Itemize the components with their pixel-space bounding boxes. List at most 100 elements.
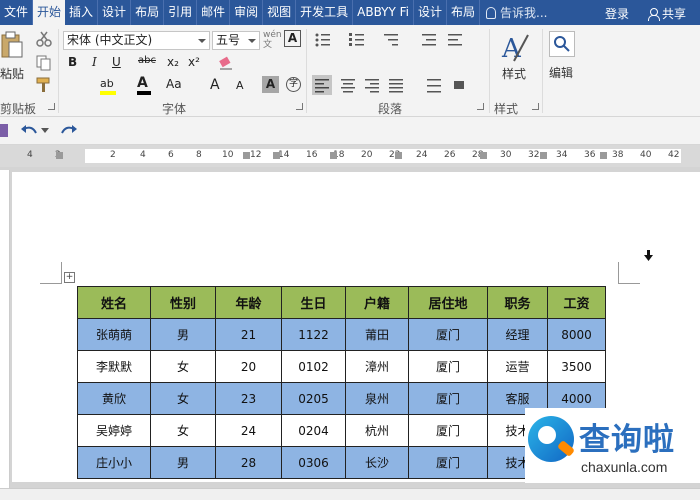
enclose-char-icon[interactable]: 字	[286, 77, 301, 92]
table-cell[interactable]: 3500	[547, 350, 606, 383]
table-cell[interactable]: 厦门	[408, 318, 488, 351]
table-header-cell[interactable]: 工资	[547, 286, 606, 319]
table-cell[interactable]: 吴婷婷	[77, 414, 151, 447]
tab-mailings[interactable]: 邮件	[197, 0, 231, 25]
strikethrough-button[interactable]: abc	[138, 55, 156, 66]
table-cell[interactable]: 0204	[281, 414, 346, 447]
tab-file[interactable]: 文件	[0, 0, 34, 25]
table-cell[interactable]: 厦门	[408, 382, 488, 415]
alignment-icons-row[interactable]	[312, 75, 492, 97]
font-color-icon[interactable]: A	[137, 75, 151, 95]
tab-abbyy[interactable]: ABBYY Fi	[353, 0, 415, 25]
table-cell[interactable]: 8000	[547, 318, 606, 351]
table-cell[interactable]: 23	[215, 382, 282, 415]
cut-icon[interactable]	[36, 31, 52, 47]
table-header-cell[interactable]: 生日	[281, 286, 346, 319]
table-cell[interactable]: 杭州	[345, 414, 409, 447]
editing-button[interactable]: 编辑	[549, 64, 573, 81]
subscript-button[interactable]: x₂	[167, 55, 179, 69]
table-cell[interactable]: 28	[215, 446, 282, 479]
shrink-font-button[interactable]: A	[236, 79, 244, 92]
table-cell[interactable]: 张萌萌	[77, 318, 151, 351]
paste-icon[interactable]	[0, 31, 24, 59]
undo-icon[interactable]	[20, 123, 40, 139]
ruler-marker[interactable]	[273, 152, 280, 159]
tab-references[interactable]: 引用	[164, 0, 198, 25]
table-cell[interactable]: 李默默	[77, 350, 151, 383]
table-cell[interactable]: 21	[215, 318, 282, 351]
table-cell[interactable]: 女	[150, 414, 216, 447]
table-cell[interactable]: 黄欣	[77, 382, 151, 415]
table-cell[interactable]: 女	[150, 350, 216, 383]
table-header-cell[interactable]: 性别	[150, 286, 216, 319]
table-cell[interactable]: 厦门	[408, 414, 488, 447]
table-cell[interactable]: 经理	[487, 318, 548, 351]
table-header-cell[interactable]: 职务	[487, 286, 548, 319]
editing-box[interactable]	[549, 31, 575, 57]
styles-icon[interactable]: A	[500, 31, 530, 63]
table-cell[interactable]: 24	[215, 414, 282, 447]
tab-table-design[interactable]: 设计	[414, 0, 448, 25]
clipboard-launcher-icon[interactable]	[48, 103, 55, 110]
table-cell[interactable]: 莆田	[345, 318, 409, 351]
tab-insert[interactable]: 插入	[65, 0, 99, 25]
ruler-marker[interactable]	[330, 152, 337, 159]
tell-me-box[interactable]: 告诉我...	[486, 4, 548, 21]
vertical-ruler[interactable]	[0, 170, 10, 488]
char-shading-icon[interactable]: A	[262, 76, 279, 93]
ruler-marker[interactable]	[243, 152, 250, 159]
italic-button[interactable]: I	[92, 55, 97, 69]
highlight-color-icon[interactable]: ab	[100, 77, 116, 95]
table-cell[interactable]: 运营	[487, 350, 548, 383]
table-cell[interactable]: 男	[150, 318, 216, 351]
font-size-combo[interactable]: 五号	[212, 31, 260, 50]
font-name-combo[interactable]: 宋体 (中文正文)	[63, 31, 210, 50]
phonetic-guide-icon[interactable]: wén 文	[263, 30, 282, 50]
grow-font-button[interactable]: A	[210, 77, 220, 93]
table-cell[interactable]: 0102	[281, 350, 346, 383]
change-case-button[interactable]: Aa	[166, 77, 182, 91]
bold-button[interactable]: B	[68, 55, 77, 69]
table-move-handle-icon[interactable]: +	[64, 272, 75, 283]
table-cell[interactable]: 1122	[281, 318, 346, 351]
table-cell[interactable]: 漳州	[345, 350, 409, 383]
list-icons-row[interactable]	[314, 31, 494, 49]
table-header-cell[interactable]: 户籍	[345, 286, 409, 319]
char-border-icon[interactable]: A	[284, 30, 301, 47]
tab-layout[interactable]: 布局	[131, 0, 165, 25]
styles-button[interactable]: 样式	[502, 65, 526, 82]
tab-home[interactable]: 开始	[33, 0, 66, 25]
table-cell[interactable]: 庄小小	[77, 446, 151, 479]
superscript-button[interactable]: x²	[188, 55, 200, 69]
tab-developer[interactable]: 开发工具	[296, 0, 354, 25]
paste-button[interactable]: 粘贴	[0, 65, 24, 82]
table-cell[interactable]: 0306	[281, 446, 346, 479]
table-cell[interactable]: 厦门	[408, 350, 488, 383]
share-button[interactable]: 共享	[648, 5, 686, 22]
ruler-marker[interactable]	[600, 152, 607, 159]
redo-icon[interactable]	[58, 123, 78, 139]
login-link[interactable]: 登录	[605, 5, 629, 22]
chevron-down-icon[interactable]	[41, 128, 49, 134]
tab-table-layout[interactable]: 布局	[447, 0, 481, 25]
table-header-cell[interactable]: 年龄	[215, 286, 282, 319]
table-header-cell[interactable]: 居住地	[408, 286, 488, 319]
copy-icon[interactable]	[36, 55, 52, 71]
table-cell[interactable]: 男	[150, 446, 216, 479]
ruler-marker[interactable]	[480, 152, 487, 159]
ruler-marker[interactable]	[395, 152, 402, 159]
save-icon[interactable]	[0, 123, 12, 139]
table-cell[interactable]: 长沙	[345, 446, 409, 479]
ruler-marker[interactable]	[540, 152, 547, 159]
table-header-cell[interactable]: 姓名	[77, 286, 151, 319]
table-cell[interactable]: 女	[150, 382, 216, 415]
underline-button[interactable]: U	[112, 55, 121, 69]
clear-format-icon[interactable]	[218, 55, 234, 71]
styles-launcher-icon[interactable]	[532, 103, 539, 110]
table-cell[interactable]: 厦门	[408, 446, 488, 479]
tab-design[interactable]: 设计	[98, 0, 132, 25]
ruler-marker[interactable]	[56, 152, 63, 159]
format-painter-icon[interactable]	[36, 77, 52, 93]
table-cell[interactable]: 0205	[281, 382, 346, 415]
table-cell[interactable]: 泉州	[345, 382, 409, 415]
